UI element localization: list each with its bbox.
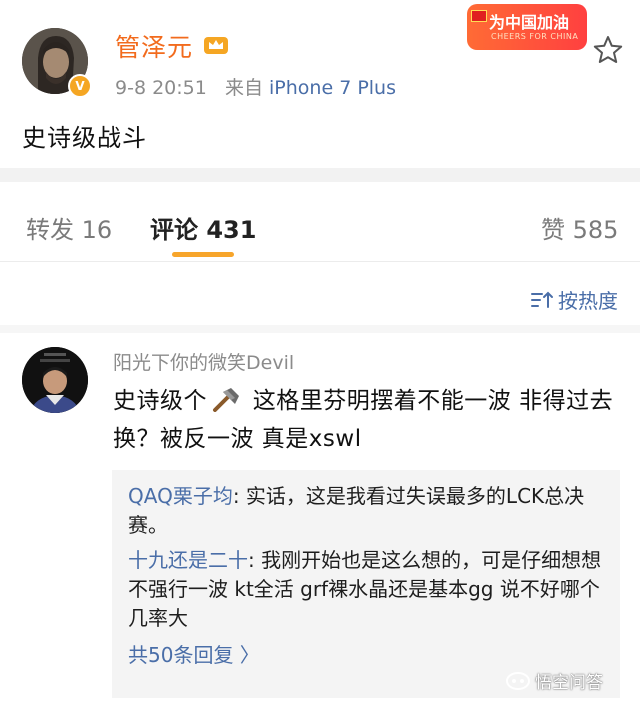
weibo-post: V 管泽元 9-8 20:51 来自 iPhone 7 Plus 史诗级战斗 为… <box>0 0 640 168</box>
tab-bar: 转发 16 评论 431 赞 585 <box>0 182 640 262</box>
author-avatar-wrap[interactable]: V <box>22 28 92 98</box>
tab-forward-count: 16 <box>81 216 113 244</box>
reply-user[interactable]: 十九还是二十 <box>128 548 248 572</box>
sort-label: 按热度 <box>558 289 618 313</box>
sort-button[interactable]: 按热度 <box>530 285 618 314</box>
cheer-subtitle: CHEERS FOR CHINA <box>491 32 579 41</box>
comment-separator <box>0 325 640 333</box>
tab-like-label: 赞 <box>541 216 565 244</box>
cheer-banner[interactable]: 为中国加油 CHEERS FOR CHINA <box>467 4 587 50</box>
source-prefix: 来自 <box>224 77 263 99</box>
tab-forward-label: 转发 <box>26 216 74 244</box>
hammer-icon <box>213 388 239 412</box>
reply-user[interactable]: QAQ栗子均 <box>128 484 233 508</box>
tab-comment-count: 431 <box>206 216 257 244</box>
tab-like-count: 585 <box>572 216 619 244</box>
verified-badge: V <box>68 74 92 98</box>
tab-comment[interactable]: 评论 431 <box>150 210 256 245</box>
active-tab-indicator <box>172 252 234 257</box>
section-divider <box>0 168 640 182</box>
tab-comment-label: 评论 <box>150 216 198 244</box>
comment-text-start: 史诗级个 <box>113 388 207 414</box>
watermark: 悟空问答 <box>505 668 603 693</box>
post-content: 史诗级战斗 <box>22 124 147 152</box>
author-name[interactable]: 管泽元 <box>115 28 193 64</box>
comment-text: 史诗级个 这格里芬明摆着不能一波 非得过去换？被反一波 真是xswl <box>113 382 623 458</box>
post-device[interactable]: iPhone 7 Plus <box>269 77 396 99</box>
commenter-name[interactable]: 阳光下你的微笑Devil <box>113 348 294 375</box>
reply-item: 十九还是二十: 我刚开始也是这么想的，可是仔细想想 不强行一波 kt全活 grf… <box>128 546 604 633</box>
sort-icon <box>531 291 553 308</box>
star-icon[interactable] <box>592 34 624 66</box>
replies-box: QAQ栗子均: 实话，这是我看过失误最多的LCK总决赛。 十九还是二十: 我刚开… <box>112 470 620 698</box>
post-meta: 9-8 20:51 来自 iPhone 7 Plus <box>115 73 396 100</box>
watermark-text: 悟空问答 <box>535 673 603 693</box>
flag-icon <box>471 10 487 22</box>
reply-item: QAQ栗子均: 实话，这是我看过失误最多的LCK总决赛。 <box>128 482 604 540</box>
cheer-title: 为中国加油 <box>489 13 570 32</box>
tab-like[interactable]: 赞 585 <box>541 210 618 245</box>
more-replies-link[interactable]: 共50条回复 〉 <box>128 639 604 668</box>
crown-icon <box>204 37 228 54</box>
tab-forward[interactable]: 转发 16 <box>26 210 112 245</box>
commenter-avatar[interactable] <box>22 347 88 413</box>
post-time: 9-8 20:51 <box>115 77 207 99</box>
wukong-logo-icon <box>506 671 530 690</box>
